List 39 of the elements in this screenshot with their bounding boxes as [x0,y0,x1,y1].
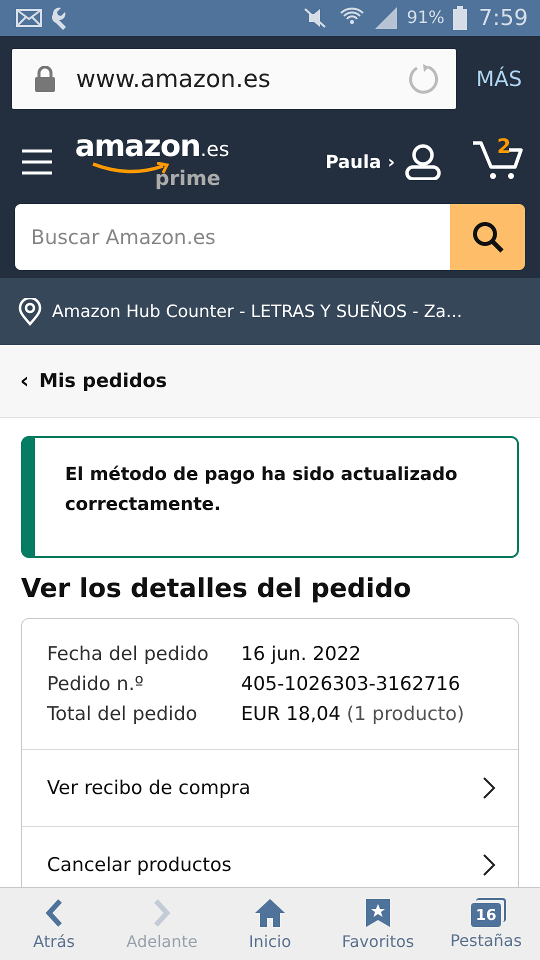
address-field[interactable]: www.amazon.es [12,49,456,109]
bookmark-star-icon [365,898,391,928]
chevron-right-icon [482,776,496,800]
search-icon [470,220,504,254]
cart-icon[interactable] [471,140,525,180]
detail-label: Fecha del pedido [47,642,210,667]
lock-icon [34,66,56,92]
detail-value: 16 jun. 2022 [241,642,362,667]
location-bar[interactable]: Amazon Hub Counter - LETRAS Y SUEÑOS - Za... [0,278,540,345]
location-pin-icon [18,298,42,326]
page-title: Ver los detalles del pedido [21,574,412,604]
detail-label: Pedido n.º [47,672,145,697]
nav-item[interactable]: Atrás [4,898,104,950]
detail-value: EUR 18,04 (1 producto) [241,702,466,727]
nav-item[interactable]: 16 Pestañas [436,898,536,950]
detail-label: Total del pedido [47,702,198,727]
order-action-row[interactable]: Ver recibo de compra [22,749,518,826]
search-button[interactable] [450,204,525,270]
clock: 7:59 [478,6,528,30]
battery-icon [452,6,467,30]
mail-icon [16,9,42,27]
nav-item[interactable]: Favoritos [328,898,428,950]
chevron-right-icon [482,853,496,877]
menu-icon[interactable] [21,149,53,175]
alert-message: El método de pago ha sido actualizado correctamente. [65,464,458,515]
signal-icon [372,5,399,31]
account-link[interactable]: Paula › [325,152,395,172]
nav-item[interactable]: Inicio [220,898,320,950]
detail-value: 405-1026303-3162716 [241,672,462,697]
back-link[interactable]: ‹ Mis pedidos [0,345,540,418]
battery-level: 91% [406,8,445,28]
tabs-icon: 16 [471,902,501,926]
chevron-left-icon [44,898,64,928]
cart-count: 2 [497,134,511,158]
chevron-right-icon [152,898,172,928]
home-icon [254,898,286,928]
more-button[interactable]: MÁS [476,67,528,91]
person-icon[interactable] [405,144,441,180]
search-field[interactable]: Buscar Amazon.es [15,204,450,270]
